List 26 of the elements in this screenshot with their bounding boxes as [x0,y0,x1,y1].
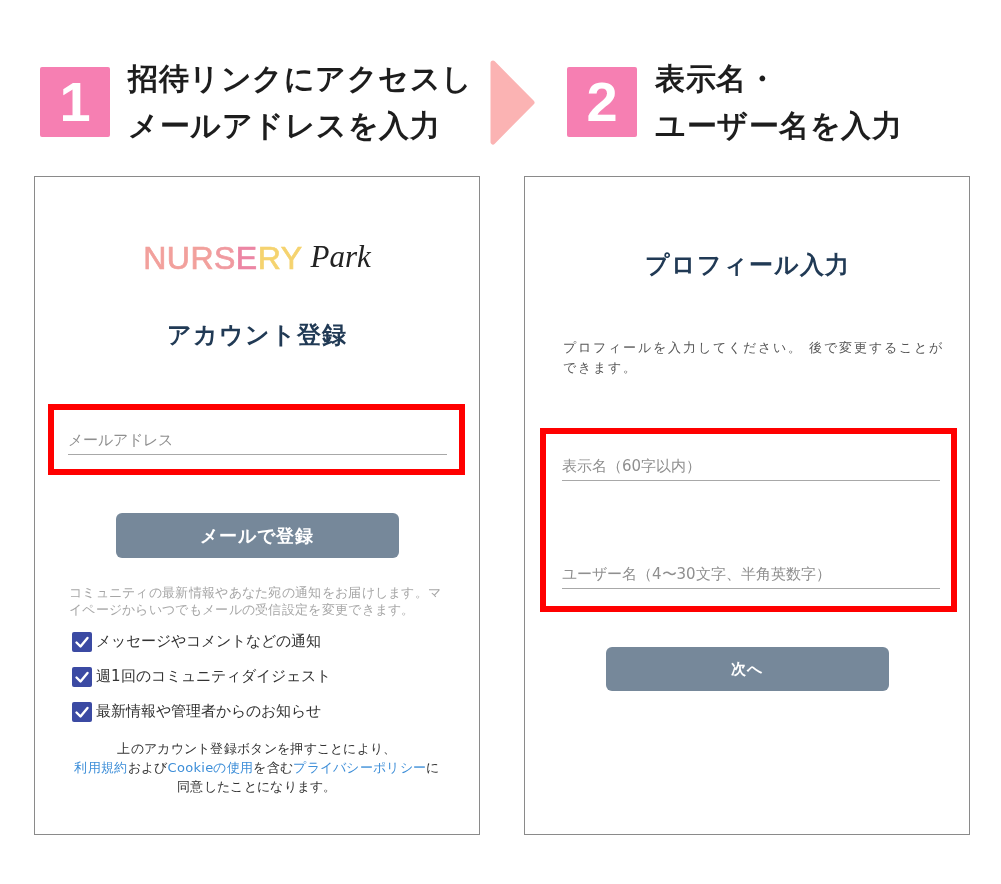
checkbox-label: 週1回のコミュニティダイジェスト [96,667,331,686]
register-button[interactable]: メールで登録 [115,513,399,558]
inline-link[interactable]: プライバシーポリシー [293,760,427,775]
step-number: 1 [40,67,110,137]
description-text: プロフィールを入力してください。 後で変更することができます。 [563,339,946,377]
logo-script: Park [310,238,371,276]
checkbox[interactable] [72,701,92,722]
consent-text: 上のアカウント登録ボタンを押すことにより、 利用規約 およびCookieの使用を含むプライバシーポリシーに 同意したことになります。 [74,740,440,796]
text-field[interactable]: 表示名（60字以内） [562,452,940,481]
checkbox-label: 最新情報や管理者からのお知らせ [96,702,321,721]
email-field[interactable]: メールアドレス [68,426,447,455]
screen-title: プロフィール入力 [644,250,850,281]
step-title: 表示名・ ユーザー名を入力 [655,60,902,145]
inline-link[interactable]: Cookieの使用 [167,760,254,775]
checkbox[interactable] [72,666,92,687]
step-number: 2 [567,67,637,137]
arrow-icon [490,59,535,145]
screen-title: アカウント登録 [167,320,347,351]
text-field[interactable]: ユーザー名（4〜30文字、半角英数字） [562,560,940,589]
notice-text: コミュニティの最新情報やあなた宛の通知をお届けします。マイページからいつでもメールの受信設定を変更できます。 [69,584,443,618]
checkbox-label: メッセージやコメントなどの通知 [96,632,321,651]
logo-wordmark: NURSERY [143,240,303,276]
step-title: 招待リンクにアクセスし メールアドレスを入力 [128,60,473,145]
inline-link[interactable]: 利用規約 [74,760,128,775]
next-button[interactable]: 次へ [605,647,889,691]
checkbox[interactable] [72,631,92,652]
